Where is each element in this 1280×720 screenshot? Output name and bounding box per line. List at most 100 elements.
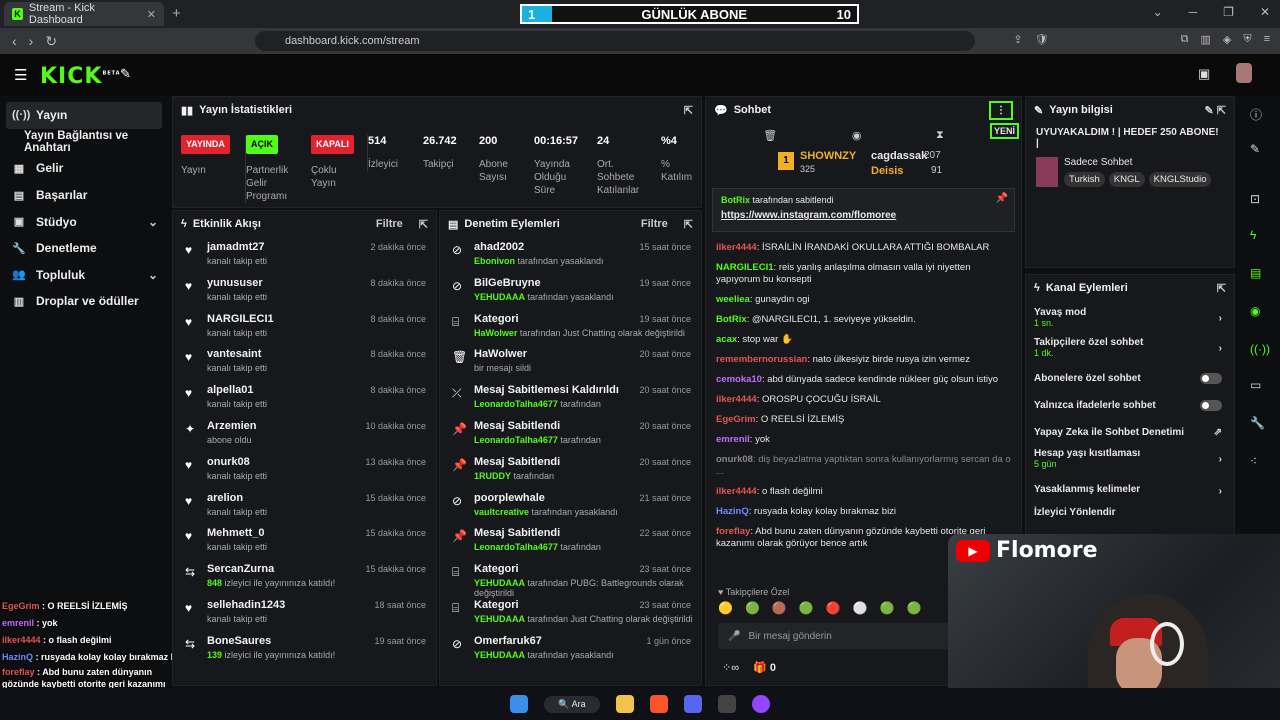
chat-username[interactable]: acax (716, 334, 737, 345)
sidebar-icon[interactable]: ▥ (1200, 33, 1210, 46)
emote-only-toggle[interactable] (1200, 400, 1222, 411)
subscribers-only-toggle[interactable] (1200, 373, 1222, 384)
emote-only-action[interactable]: Yalnızca ifadelerle sohbet (1026, 394, 1234, 421)
nav-item-denetleme[interactable]: 🔧 Denetleme (0, 235, 170, 262)
broadcast-icon[interactable]: ((·)) (1250, 342, 1270, 356)
host-action[interactable]: İzleyici Yönlendir (1026, 507, 1234, 534)
emote-icon[interactable]: 🟢 (880, 601, 895, 615)
tag[interactable]: KNGL (1108, 172, 1145, 187)
emote-icon[interactable]: 🟤 (772, 601, 787, 615)
tag[interactable]: KNGLStudio (1148, 172, 1212, 187)
brave-shield-icon[interactable]: 🛡 (1035, 33, 1049, 46)
chat-menu-icon[interactable]: ⋮ (989, 100, 1013, 120)
account-age-action[interactable]: Hesap yaşı kısıtlaması 5 gün › (1026, 448, 1234, 480)
back-icon[interactable]: ‹ (12, 33, 17, 49)
mic-icon[interactable]: 🎤 (728, 631, 740, 642)
emote-icon[interactable]: 🟢 (745, 601, 760, 615)
new-tab-button[interactable]: + (172, 5, 181, 22)
monitor-icon[interactable]: ▭ (1250, 378, 1261, 392)
close-tab-icon[interactable]: ✕ (147, 8, 156, 21)
chat-input[interactable]: 🎤 Bir mesaj gönderin (718, 623, 958, 649)
info-icon[interactable]: ⓘ (1250, 106, 1262, 123)
filter-button[interactable]: Filtre (641, 218, 668, 230)
gamepad-icon[interactable]: ▣ (1198, 66, 1210, 82)
chat-username[interactable]: foreflay (716, 526, 750, 537)
trash-icon[interactable]: 🗑 (763, 129, 777, 142)
pinned-link[interactable]: https://www.instagram.com/flomoree (721, 210, 1006, 221)
hamburger-menu-icon[interactable]: ☰ (14, 66, 27, 84)
vpn-icon[interactable]: ⛨ (1243, 33, 1251, 46)
list-icon[interactable]: ▤ (1250, 266, 1261, 280)
extensions-icon[interactable]: ⧉ (1181, 33, 1189, 46)
app-icon[interactable] (751, 695, 770, 713)
edit-icon[interactable]: ✎ ⇱ (1205, 104, 1227, 117)
chat-username[interactable]: cemoka10 (716, 374, 762, 385)
emote-icon[interactable]: 🟡 (718, 601, 733, 615)
maximize-button[interactable]: ❐ (1223, 5, 1234, 19)
chat-icon[interactable]: ◉ (1250, 304, 1260, 318)
chat-username[interactable]: onurk08 (716, 454, 753, 465)
taskbar-search[interactable]: 🔍 Ara (544, 695, 600, 713)
browser-tab[interactable]: K Stream - Kick Dashboard ✕ (4, 2, 164, 26)
chat-username[interactable]: ilker4444 (716, 486, 757, 497)
ai-moderation-action[interactable]: Yapay Zeka ile Sohbet Denetimi ⇗ (1026, 421, 1234, 448)
reload-icon[interactable]: ↻ (45, 33, 57, 50)
nav-item-gelir[interactable]: ▦ Gelir (0, 155, 170, 182)
subscribers-only-action[interactable]: Abonelere özel sohbet (1026, 367, 1234, 394)
nav-item-stream-key[interactable]: Yayın Bağlantısı ve Anahtarı (0, 129, 170, 156)
popout-icon[interactable]: ⇱ (684, 104, 693, 117)
windows-start-icon[interactable] (510, 695, 529, 713)
brave-browser-icon[interactable] (649, 695, 668, 713)
chat-username[interactable]: EgeGrim (716, 414, 756, 425)
filter-button[interactable]: Filtre (376, 218, 403, 230)
emote-icon[interactable]: 🔴 (826, 601, 841, 615)
share-icon[interactable]: ⁖ (1250, 454, 1257, 468)
menu-icon[interactable]: ≡ (1264, 33, 1270, 46)
wallet-icon[interactable]: ◈ (1223, 33, 1231, 46)
chat-username[interactable]: emrenil (716, 434, 750, 445)
forward-icon[interactable]: › (29, 33, 34, 49)
emote-icon[interactable]: ⚪ (853, 601, 868, 615)
chevron-down-icon[interactable]: ⌄ (1153, 5, 1163, 19)
pinned-message[interactable]: BotRix tarafından sabitlendi https://www… (712, 188, 1015, 232)
bolt-icon[interactable]: ϟ (1250, 228, 1256, 242)
share-icon[interactable]: ⇪ (1013, 33, 1022, 46)
kick-logo[interactable]: KICKBETA (40, 64, 121, 89)
avatar[interactable] (1236, 63, 1252, 83)
category-name[interactable]: Sadece Sohbet (1064, 157, 1211, 168)
nav-item-droplar[interactable]: ▥ Droplar ve ödüller (0, 288, 170, 315)
nav-item-yayin[interactable]: ((·)) Yayın (6, 102, 162, 129)
nav-item-studyo[interactable]: ▣ Stüdyo ⌄ (0, 208, 170, 235)
obs-icon[interactable] (717, 695, 736, 713)
followers-only-action[interactable]: Takipçilere özel sohbet 1 dk. › (1026, 337, 1234, 367)
file-explorer-icon[interactable] (615, 695, 634, 713)
points-icon[interactable]: ⁘∞ (722, 661, 739, 674)
close-window-button[interactable]: ✕ (1260, 5, 1270, 19)
chat-username[interactable]: ilker4444 (716, 242, 757, 253)
nav-item-topluluk[interactable]: 👥 Topluluk ⌄ (0, 262, 170, 289)
popout-icon[interactable]: ⇱ (684, 218, 693, 231)
emote-icon[interactable]: 🟢 (799, 601, 814, 615)
pencil-icon[interactable]: ✎ (1250, 142, 1260, 156)
banned-words-action[interactable]: Yasaklanmış kelimeler › (1026, 480, 1234, 507)
tag[interactable]: Turkish (1064, 172, 1105, 187)
hourglass-icon[interactable]: ⧗ (936, 129, 944, 142)
gift-icon[interactable]: 🎁 0 (753, 661, 776, 674)
chat-bubble-icon[interactable]: ◉ (852, 129, 862, 142)
chat-username[interactable]: remembernorussian (716, 354, 807, 365)
nav-item-basarilar[interactable]: ▤ Başarılar (0, 182, 170, 209)
emote-icon[interactable]: 🟢 (907, 601, 922, 615)
chat-username[interactable]: NARGILECI1 (716, 262, 774, 273)
chat-username[interactable]: ilker4444 (716, 394, 757, 405)
slow-mode-action[interactable]: Yavaş mod 1 sn. › (1026, 307, 1234, 337)
popout-icon[interactable]: ⇱ (1217, 282, 1226, 295)
discord-icon[interactable] (683, 695, 702, 713)
url-field[interactable]: dashboard.kick.com/stream (255, 31, 975, 51)
pin-tool-icon[interactable]: ✎ (120, 66, 131, 82)
chat-username[interactable]: BotRix (716, 314, 747, 325)
chat-username[interactable]: HazinQ (716, 506, 749, 517)
popout-icon[interactable]: ⇱ (419, 218, 428, 231)
minimize-button[interactable]: ─ (1189, 5, 1198, 19)
wrench-icon[interactable]: 🔧 (1250, 416, 1265, 430)
pin-icon[interactable]: 📌 (996, 193, 1008, 204)
